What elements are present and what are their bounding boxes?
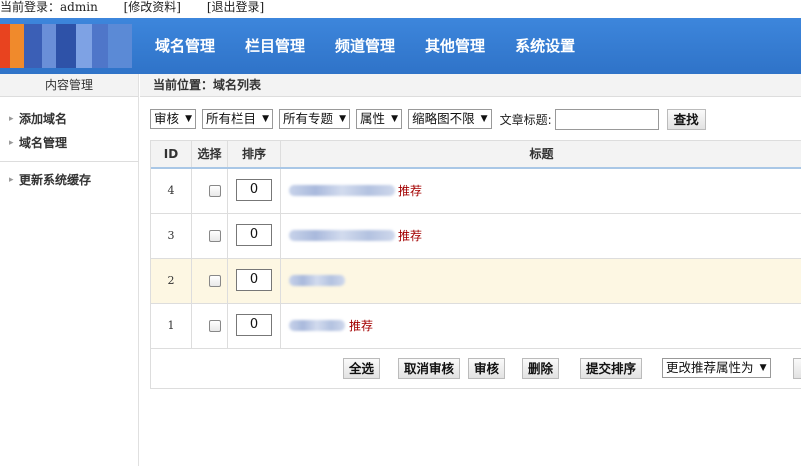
triangle-down-icon: ▼ xyxy=(759,363,767,373)
submit-order-button[interactable]: 提交排序 xyxy=(580,358,643,379)
select-all-button[interactable]: 全选 xyxy=(343,358,381,379)
action-bar: 全选 取消审核 审核 删除 提交排序 更改推荐属性为 ▼ xyxy=(151,348,801,389)
topic-select[interactable]: 所有专题 ▼ xyxy=(279,109,351,129)
row-order-input[interactable]: 0 xyxy=(236,314,272,336)
sidebar-item-add-domain[interactable]: ▸ 添加域名 xyxy=(0,107,138,131)
row-checkbox[interactable] xyxy=(209,320,221,332)
row-order-input[interactable]: 0 xyxy=(236,179,272,201)
sidebar-item-label: 添加域名 xyxy=(19,112,68,126)
nav-other-management[interactable]: 其他管理 xyxy=(425,18,485,74)
sidebar: 内容管理 ▸ 添加域名 ▸ 域名管理 ▸ 更新系统缓存 xyxy=(0,74,139,466)
row-order-input[interactable]: 0 xyxy=(236,269,272,291)
nav-system-settings[interactable]: 系统设置 xyxy=(515,18,575,74)
triangle-down-icon: ▼ xyxy=(480,114,488,124)
row-id: 4 xyxy=(151,169,192,213)
title-search-input[interactable] xyxy=(554,108,659,130)
arrow-right-icon: ▸ xyxy=(9,114,14,124)
row-title-link[interactable] xyxy=(289,185,395,196)
title-label: 文章标题: xyxy=(499,112,552,127)
login-label: 当前登录： xyxy=(0,0,61,14)
header-bar: 域名管理 栏目管理 频道管理 其他管理 系统设置 xyxy=(0,18,801,74)
filter-bar: 审核 ▼ 所有栏目 ▼ 所有专题 ▼ 属性 ▼ 缩略图不限 ▼ 文章标题: 查找 xyxy=(150,108,801,130)
triangle-down-icon: ▼ xyxy=(391,114,399,124)
row-checkbox[interactable] xyxy=(209,185,221,197)
nav-channel-management[interactable]: 频道管理 xyxy=(335,18,395,74)
sidebar-item-label: 域名管理 xyxy=(19,136,68,150)
domain-table: ID 选择 排序 标题 4 0 推荐 3 0 推荐 2 0 1 0 推荐 全选 … xyxy=(150,140,801,389)
table-row: 4 0 推荐 xyxy=(151,169,801,214)
arrow-right-icon: ▸ xyxy=(9,175,14,185)
cancel-review-button[interactable]: 取消审核 xyxy=(398,358,461,379)
category-select-value: 所有栏目 xyxy=(206,111,257,126)
header-select: 选择 xyxy=(192,141,228,167)
row-title-link[interactable] xyxy=(289,320,345,331)
edit-profile-link[interactable]: [修改资料] xyxy=(124,0,181,14)
triangle-down-icon: ▼ xyxy=(262,114,270,124)
sidebar-title: 内容管理 xyxy=(0,74,138,97)
main-nav: 域名管理 栏目管理 频道管理 其他管理 系统设置 xyxy=(155,18,605,74)
row-recommend-tag[interactable]: 推荐 xyxy=(349,304,373,348)
login-bar: 当前登录：admin [修改资料] [退出登录] xyxy=(0,0,801,16)
table-row: 1 0 推荐 xyxy=(151,304,801,349)
breadcrumb-label: 当前位置： xyxy=(153,78,214,92)
header-id: ID xyxy=(151,141,192,167)
triangle-down-icon: ▼ xyxy=(339,114,347,124)
breadcrumb-current: 域名列表 xyxy=(213,78,262,92)
row-id: 1 xyxy=(151,304,192,348)
search-button[interactable]: 查找 xyxy=(666,108,706,130)
row-checkbox[interactable] xyxy=(209,230,221,242)
header-title: 标题 xyxy=(529,147,554,161)
sidebar-divider xyxy=(0,161,139,162)
recommend-attribute-value: 更改推荐属性为 xyxy=(666,360,754,375)
nav-column-management[interactable]: 栏目管理 xyxy=(245,18,305,74)
triangle-down-icon: ▼ xyxy=(185,114,193,124)
sidebar-item-domain-management[interactable]: ▸ 域名管理 xyxy=(0,131,138,155)
attribute-select[interactable]: 属性 ▼ xyxy=(356,109,403,129)
category-select[interactable]: 所有栏目 ▼ xyxy=(202,109,274,129)
recommend-attribute-select[interactable]: 更改推荐属性为 ▼ xyxy=(662,358,771,378)
row-recommend-tag[interactable]: 推荐 xyxy=(398,214,422,258)
delete-button[interactable]: 删除 xyxy=(522,358,560,379)
thumbnail-select[interactable]: 缩略图不限 ▼ xyxy=(408,109,492,129)
topic-select-value: 所有专题 xyxy=(283,111,334,126)
row-order-input[interactable]: 0 xyxy=(236,224,272,246)
sidebar-item-label: 更新系统缓存 xyxy=(19,173,92,187)
nav-domain-management[interactable]: 域名管理 xyxy=(155,18,215,74)
row-title-link[interactable] xyxy=(289,230,395,241)
status-select[interactable]: 审核 ▼ xyxy=(150,109,197,129)
sidebar-item-update-cache[interactable]: ▸ 更新系统缓存 xyxy=(0,168,138,192)
attribute-select-value: 属性 xyxy=(360,111,386,126)
username: admin xyxy=(60,0,98,14)
row-id: 3 xyxy=(151,214,192,258)
row-checkbox[interactable] xyxy=(209,275,221,287)
review-button[interactable]: 审核 xyxy=(468,358,506,379)
table-row: 3 0 推荐 xyxy=(151,214,801,259)
row-id: 2 xyxy=(151,259,192,303)
thumbnail-select-value: 缩略图不限 xyxy=(412,111,475,126)
apply-button[interactable] xyxy=(793,358,801,379)
arrow-right-icon: ▸ xyxy=(9,138,14,148)
table-header: ID 选择 排序 标题 xyxy=(151,141,801,169)
table-row: 2 0 xyxy=(151,259,801,304)
row-recommend-tag[interactable]: 推荐 xyxy=(398,169,422,213)
logo xyxy=(0,24,132,68)
logout-link[interactable]: [退出登录] xyxy=(207,0,264,14)
header-order: 排序 xyxy=(228,141,281,167)
breadcrumb: 当前位置：域名列表 xyxy=(140,74,801,97)
status-select-value: 审核 xyxy=(154,111,180,126)
row-title-link[interactable] xyxy=(289,275,345,286)
